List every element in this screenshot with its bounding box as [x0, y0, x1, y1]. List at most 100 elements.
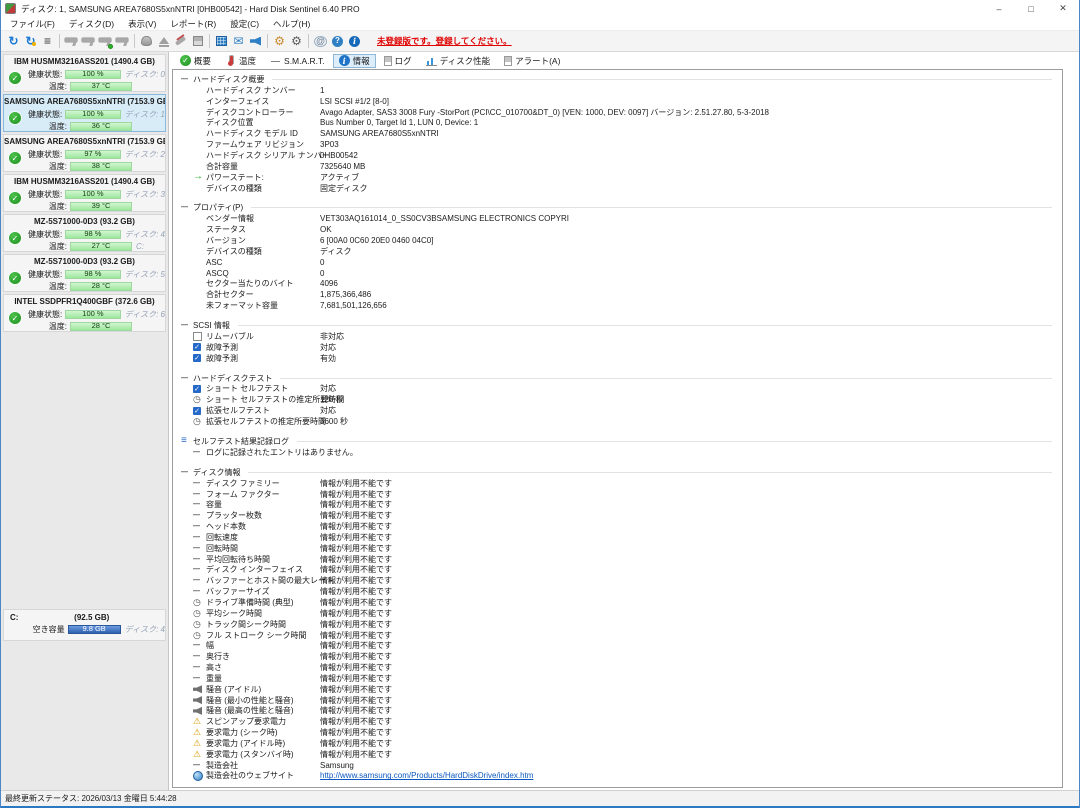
disk-number-label: ディスク: 4 — [125, 229, 165, 240]
info-value: 情報が利用不能です — [320, 749, 392, 760]
dash-icon — [193, 556, 206, 563]
info-value: 情報が利用不能です — [320, 651, 392, 662]
disk-capacity: (1490.4 GB) — [111, 177, 155, 186]
info-row: ショート セルフテストの推定所要時間120 秒 — [181, 394, 1056, 405]
info-value: 情報が利用不能です — [320, 543, 392, 554]
rescan-button[interactable] — [22, 32, 39, 50]
info-label: 回転速度 — [206, 532, 238, 543]
tab-information[interactable]: 情報 — [333, 54, 376, 68]
detect-3-button[interactable] — [97, 32, 114, 50]
checkbox-checked-icon — [193, 385, 206, 393]
menu-item-file[interactable]: ファイル(F) — [3, 17, 62, 31]
disk-control-4-button[interactable] — [189, 32, 206, 50]
info-row: パワーステート:アクティブ — [181, 172, 1056, 183]
dash-icon — [193, 762, 206, 769]
register-button[interactable] — [312, 32, 329, 50]
menu-item-report[interactable]: レポート(R) — [163, 17, 223, 31]
tab-alerts[interactable]: アラート(A) — [498, 54, 566, 68]
info-value: 3600 秒 — [320, 416, 348, 427]
info-label: トラック間シーク時間 — [206, 619, 286, 630]
clock-icon — [193, 417, 206, 426]
website-link[interactable]: http://www.samsung.com/Products/HardDisk… — [320, 771, 533, 780]
disk-item-5[interactable]: MZ-5S71000-0D3 (93.2 GB)健康状態:98 %ディスク: 5… — [3, 254, 166, 292]
detect-4-icon — [116, 36, 129, 47]
health-bar: 98 % — [65, 230, 120, 239]
announce-button[interactable] — [247, 32, 264, 50]
health-row: 健康状態:98 %ディスク: 5 — [4, 268, 165, 280]
section-title: セルフテスト結果記録ログ — [193, 436, 289, 447]
dash-icon — [193, 512, 206, 519]
disk-control-1-icon — [141, 36, 152, 46]
health-row: 健康状態:100 %ディスク: 0 — [4, 68, 165, 80]
info-label: ディスク ファミリー — [206, 478, 280, 489]
settings-icon — [274, 35, 285, 47]
advanced-settings-button[interactable] — [288, 32, 305, 50]
disk-control-1-button[interactable] — [138, 32, 155, 50]
status-bar: 最終更新ステータス: 2026/03/13 金曜日 5:44:28 — [1, 790, 1079, 806]
info-value: 6 [00A0 0C60 20E0 0460 04C0] — [320, 236, 433, 245]
temperature-bar: 27 °C — [70, 242, 132, 251]
partition-item[interactable]: C: (92.5 GB) 空き容量 9.8 GB ディスク: 4 — [3, 609, 166, 641]
arrow-green-icon — [193, 172, 206, 182]
log-tab-icon — [384, 56, 392, 66]
send-mail-button[interactable] — [230, 32, 247, 50]
help-button[interactable] — [329, 32, 346, 50]
menu-item-help[interactable]: ヘルプ(H) — [266, 17, 317, 31]
menu-item-config[interactable]: 設定(C) — [223, 17, 266, 31]
info-row: ベンダー情報VET303AQ161014_0_SS0CV3BSAMSUNG EL… — [181, 213, 1056, 224]
surface-test-button[interactable] — [213, 32, 230, 50]
surface-test-icon — [216, 36, 227, 46]
tab-smart[interactable]: S.M.A.R.T. — [264, 54, 331, 68]
refresh-button[interactable] — [5, 32, 22, 50]
about-button[interactable] — [346, 32, 363, 50]
info-value: SAMSUNG AREA7680S5xnNTRI — [320, 129, 439, 138]
info-value: 情報が利用不能です — [320, 478, 392, 489]
disk-number-label: ディスク: 5 — [125, 269, 165, 280]
section-header: ディスク情報 — [181, 467, 1056, 478]
disk-control-2-button[interactable] — [155, 32, 172, 50]
info-value: Samsung — [320, 761, 354, 770]
disk-item-0[interactable]: IBM HUSMM3216ASS201 (1490.4 GB)健康状態:100 … — [3, 54, 166, 92]
menu-item-view[interactable]: 表示(V) — [121, 17, 163, 31]
detect-1-button[interactable] — [63, 32, 80, 50]
temperature-row: 温度:28 °C — [4, 280, 165, 292]
partition-free-row: 空き容量 9.8 GB ディスク: 4 — [4, 623, 165, 635]
disk-title: MZ-5S71000-0D3 (93.2 GB) — [4, 216, 165, 228]
info-row: 騒音 (最小の性能と騒音)情報が利用不能です — [181, 695, 1056, 706]
info-value: 情報が利用不能です — [320, 673, 392, 684]
disk-item-2[interactable]: SAMSUNG AREA7680S5xnNTRI (7153.9 GB)健康状態… — [3, 134, 166, 172]
menu-item-disk[interactable]: ディスク(D) — [62, 17, 121, 31]
view-details-button[interactable] — [39, 32, 56, 50]
toolbar: 未登録版です。登録してください。 — [1, 31, 1079, 52]
detect-4-button[interactable] — [114, 32, 131, 50]
info-label: ベンダー情報 — [206, 213, 254, 224]
detect-2-button[interactable] — [80, 32, 97, 50]
disk-item-3[interactable]: IBM HUSMM3216ASS201 (1490.4 GB)健康状態:100 … — [3, 174, 166, 212]
health-ok-icon — [9, 152, 21, 164]
disk-item-4[interactable]: MZ-5S71000-0D3 (93.2 GB)健康状態:98 %ディスク: 4… — [3, 214, 166, 252]
maximize-button[interactable]: □ — [1015, 0, 1047, 17]
disk-number-label: ディスク: 2 — [125, 149, 165, 160]
health-row: 健康状態:97 %ディスク: 2 — [4, 148, 165, 160]
disk-item-1[interactable]: SAMSUNG AREA7680S5xnNTRI (7153.9 GB)健康状態… — [3, 94, 166, 132]
info-value: ディスク — [320, 246, 351, 257]
tab-overview[interactable]: 概要 — [174, 54, 217, 68]
warning-icon — [193, 739, 206, 748]
info-row: ファームウェア リビジョン3P03 — [181, 139, 1056, 150]
health-label: 健康状態: — [23, 309, 62, 320]
collapse-icon — [181, 322, 193, 329]
disk-control-3-button[interactable] — [172, 32, 189, 50]
tab-temperature[interactable]: 温度 — [219, 54, 262, 68]
tab-performance[interactable]: ディスク性能 — [420, 54, 496, 68]
health-row: 健康状態:98 %ディスク: 4 — [4, 228, 165, 240]
minimize-button[interactable]: – — [983, 0, 1015, 17]
disk-control-2-icon — [159, 37, 169, 44]
disk-item-6[interactable]: INTEL SSDPFR1Q400GBF (372.6 GB)健康状態:100 … — [3, 294, 166, 332]
close-button[interactable]: ✕ — [1047, 0, 1079, 17]
tab-log[interactable]: ログ — [378, 54, 418, 68]
warning-icon — [193, 728, 206, 737]
section-header: ハードディスクテスト — [181, 373, 1056, 384]
settings-button[interactable] — [271, 32, 288, 50]
info-row: 回転速度情報が利用不能です — [181, 532, 1056, 543]
health-ok-icon — [9, 72, 21, 84]
